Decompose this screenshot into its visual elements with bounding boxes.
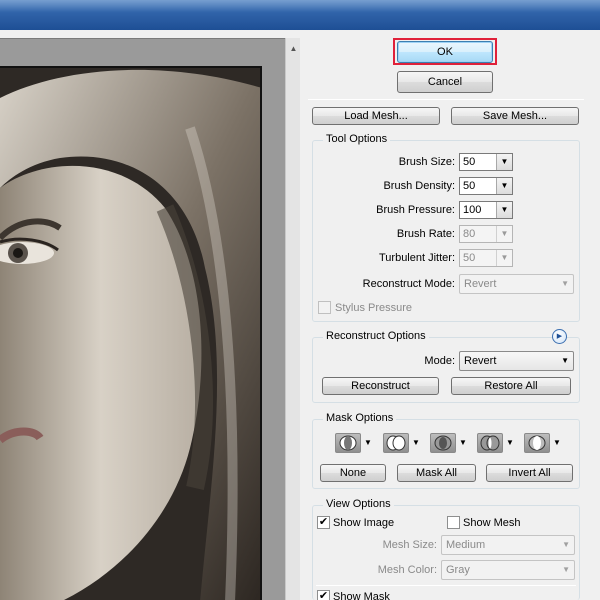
chevron-down-icon: ▼ [562,540,570,549]
turbulent-jitter-value: 50 [463,252,476,264]
mesh-color-select[interactable]: Gray ▼ [441,560,575,580]
load-mesh-button[interactable]: Load Mesh... [312,107,440,125]
cancel-button[interactable]: Cancel [397,71,493,93]
portrait-photo [0,68,260,600]
titlebar-gloss [0,0,600,12]
turbulent-jitter-field[interactable]: 50 ▼ [459,249,513,267]
chevron-down-icon[interactable]: ▼ [506,433,514,453]
chevron-down-icon: ▼ [561,356,569,365]
chevron-down-icon[interactable]: ▼ [364,433,372,453]
reconstruct-mode-select[interactable]: Revert ▼ [459,274,574,294]
mesh-size-value: Medium [446,539,486,551]
expand-arrow-icon[interactable]: ▶ [552,329,567,344]
chevron-down-icon[interactable]: ▼ [496,202,512,218]
chevron-down-icon[interactable]: ▼ [496,154,512,170]
window-titlebar [0,0,600,30]
tool-options-title: Tool Options [323,133,391,145]
brush-size-field[interactable]: 50 ▼ [459,153,513,171]
reconstruct-options-title: Reconstruct Options [323,330,429,342]
mask-options-title: Mask Options [323,412,397,424]
preview-vertical-scrollbar[interactable]: ▲ [285,38,300,600]
preview-image[interactable] [0,66,262,600]
save-mesh-button[interactable]: Save Mesh... [451,107,579,125]
brush-size-value: 50 [463,156,476,168]
stylus-pressure-checkbox[interactable] [318,301,331,314]
stylus-pressure-label: Stylus Pressure [335,302,413,314]
show-image-label: Show Image [333,517,395,529]
replace-selection-icon[interactable] [335,433,361,453]
view-options-title: View Options [323,498,394,510]
turbulent-jitter-label: Turbulent Jitter: [378,252,455,264]
chevron-down-icon[interactable]: ▼ [412,433,420,453]
chevron-down-icon[interactable]: ▼ [459,433,467,453]
brush-density-value: 50 [463,180,476,192]
brush-size-label: Brush Size: [398,156,455,168]
show-mask-label: Show Mask [333,591,390,600]
reconstruct-mode-value: Revert [464,278,497,290]
reconstruct-options-mode-select[interactable]: Revert ▼ [459,351,574,371]
chevron-down-icon[interactable]: ▼ [496,226,512,242]
restore-all-button[interactable]: Restore All [451,377,571,395]
subtract-from-selection-icon[interactable] [430,433,456,453]
scroll-up-icon[interactable]: ▲ [286,42,301,56]
chevron-down-icon[interactable]: ▼ [496,178,512,194]
brush-rate-value: 80 [463,228,476,240]
mask-none-button[interactable]: None [320,464,386,482]
show-mesh-checkbox[interactable] [447,516,460,529]
ok-button[interactable]: OK [397,41,493,63]
brush-pressure-field[interactable]: 100 ▼ [459,201,513,219]
chevron-down-icon: ▼ [562,565,570,574]
brush-pressure-label: Brush Pressure: [376,204,455,216]
mesh-color-label: Mesh Color: [377,564,437,576]
mask-all-button[interactable]: Mask All [397,464,476,482]
reconstruct-button[interactable]: Reconstruct [322,377,439,395]
divider [316,585,576,586]
add-to-selection-icon[interactable] [383,433,409,453]
show-image-checkbox[interactable]: ✔ [317,516,330,529]
reconstruct-mode-label: Reconstruct Mode: [362,278,455,290]
brush-rate-field[interactable]: 80 ▼ [459,225,513,243]
brush-rate-label: Brush Rate: [396,228,455,240]
invert-all-button[interactable]: Invert All [486,464,573,482]
invert-selection-icon[interactable] [524,433,550,453]
mesh-size-select[interactable]: Medium ▼ [441,535,575,555]
mesh-size-label: Mesh Size: [382,539,437,551]
mesh-color-value: Gray [446,564,470,576]
chevron-down-icon[interactable]: ▼ [496,250,512,266]
reconstruct-mode-select-label: Mode: [424,355,455,367]
brush-pressure-value: 100 [463,204,482,216]
chevron-down-icon[interactable]: ▼ [553,433,561,453]
show-mask-checkbox[interactable]: ✔ [317,590,330,600]
divider [308,99,584,100]
intersect-selection-icon[interactable] [477,433,503,453]
reconstruct-options-mode-value: Revert [464,355,497,367]
chevron-down-icon: ▼ [561,279,569,288]
show-mesh-label: Show Mesh [463,517,521,529]
brush-density-field[interactable]: 50 ▼ [459,177,513,195]
brush-density-label: Brush Density: [383,180,455,192]
